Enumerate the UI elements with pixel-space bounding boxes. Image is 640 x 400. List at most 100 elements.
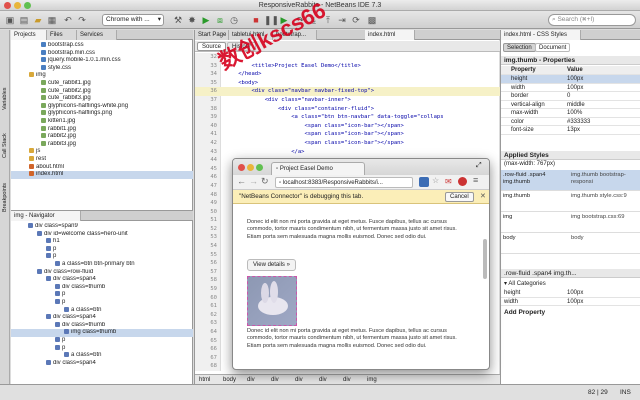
navigator-item[interactable]: div class=span9 xyxy=(11,223,193,231)
clean-build-icon[interactable]: ✸ xyxy=(186,14,198,26)
debug-icon[interactable]: ⧈ xyxy=(214,14,226,26)
tab-files[interactable]: Files xyxy=(47,30,77,40)
cancel-debug-button[interactable]: Cancel xyxy=(445,192,474,202)
navigator-item[interactable]: a class=btn xyxy=(11,306,193,315)
navigator-item[interactable]: div id=welcome class=hero-unit xyxy=(11,230,193,239)
project-item[interactable]: cute_rabbit1.jpg xyxy=(11,79,193,88)
navigator-item[interactable]: a class=btn btn-primary btn xyxy=(11,260,193,269)
all-categories[interactable]: ▾ All Categories xyxy=(504,280,546,288)
navigator-item[interactable]: p xyxy=(11,298,193,307)
breadcrumb-item[interactable]: body xyxy=(221,376,238,384)
breadcrumb-item[interactable]: html xyxy=(197,376,212,384)
back-icon[interactable]: ← xyxy=(237,176,246,186)
project-item[interactable]: rabbit3.jpg xyxy=(11,140,193,149)
property-row[interactable]: border 0 xyxy=(501,92,640,101)
document-mode-button[interactable]: Document xyxy=(535,43,571,52)
breadcrumb-item[interactable]: div xyxy=(293,376,305,384)
forward-icon[interactable]: → xyxy=(249,176,258,186)
side-tab-breakpoints[interactable]: Breakpoints xyxy=(1,170,9,212)
side-tab-call-stack[interactable]: Call Stack xyxy=(1,122,9,158)
breadcrumb-item[interactable]: div xyxy=(245,376,257,384)
property-row[interactable]: max-width 100% xyxy=(501,109,640,118)
breadcrumb-item[interactable]: div xyxy=(269,376,281,384)
applied-style-row[interactable]: .row-fluid .span4 img.thumb img.thumb boo… xyxy=(501,170,640,191)
project-item[interactable]: glyphicons-halflings.png xyxy=(11,110,193,118)
navigator-item[interactable]: p xyxy=(11,344,193,353)
project-item[interactable]: jquery.mobile-1.0.1.min.css xyxy=(11,57,193,65)
add-property[interactable]: Add Property xyxy=(504,309,545,316)
project-item[interactable]: img xyxy=(11,72,193,80)
undo-icon[interactable]: ↶ xyxy=(62,14,74,26)
project-item[interactable]: cute_rabbit2.jpg xyxy=(11,87,193,96)
navigator-item[interactable]: p xyxy=(11,245,193,254)
navigator-item[interactable]: p xyxy=(11,336,193,345)
breadcrumb-item[interactable]: img xyxy=(365,376,379,384)
close-icon[interactable]: ✕ xyxy=(480,192,486,200)
run-icon[interactable]: ▶ xyxy=(200,14,212,26)
tab-start-page[interactable]: Start Page xyxy=(195,30,229,40)
take-snapshot-icon[interactable]: ▩ xyxy=(366,14,378,26)
reload-icon[interactable]: ↻ xyxy=(261,176,269,187)
project-item[interactable]: js xyxy=(11,148,193,156)
redo-icon[interactable]: ↷ xyxy=(76,14,88,26)
rule-property-row[interactable]: width 100px xyxy=(501,298,640,306)
navigator-item[interactable]: div class=thumb xyxy=(11,283,193,292)
save-all-icon[interactable]: ▦ xyxy=(46,14,58,26)
stop-icon[interactable] xyxy=(458,177,467,186)
address-bar[interactable]: ▫ localhost:8383/ResponsiveRabbits/i... xyxy=(275,177,413,188)
browser-minimize-button[interactable] xyxy=(247,164,254,171)
build-icon[interactable]: ⚒ xyxy=(172,14,184,26)
tab-index-html[interactable]: index.html xyxy=(365,30,415,40)
css-styles-tab[interactable]: index.html - CSS Styles xyxy=(501,30,581,40)
project-item[interactable]: rabbit2.jpg xyxy=(11,133,193,141)
selection-mode-button[interactable]: Selection xyxy=(503,43,536,52)
zoom-window-button[interactable] xyxy=(24,2,31,9)
netbeans-icon[interactable] xyxy=(419,177,429,187)
breadcrumb-item[interactable]: div xyxy=(341,376,353,384)
property-row[interactable]: height 100px xyxy=(501,75,640,84)
config-combo[interactable]: Chrome with ... ▾ xyxy=(102,14,164,26)
project-item[interactable]: bootstrap.css xyxy=(11,42,193,50)
run-to-cursor-icon[interactable]: ⇥ xyxy=(336,14,348,26)
tab-projects[interactable]: Projects xyxy=(11,30,47,40)
navigator-item[interactable]: div class=row-fluid xyxy=(11,268,193,277)
breadcrumb-item[interactable]: div xyxy=(317,376,329,384)
project-item[interactable]: index.html xyxy=(11,171,193,179)
property-row[interactable]: width 100px xyxy=(501,84,640,92)
tab-services[interactable]: Services xyxy=(77,30,117,40)
view-details-button[interactable]: View details » xyxy=(247,259,296,271)
browser-scrollbar[interactable] xyxy=(483,239,487,279)
project-item[interactable]: rabbit1.jpg xyxy=(11,125,193,134)
applied-style-row[interactable]: img img bootstrap.css:69 xyxy=(501,212,640,233)
project-item[interactable]: bootstrap.min.css xyxy=(11,49,193,58)
property-row[interactable]: vertical-align middle xyxy=(501,101,640,109)
navigator-item[interactable]: p xyxy=(11,291,193,299)
minimize-window-button[interactable] xyxy=(14,2,21,9)
new-file-icon[interactable]: ▤ xyxy=(18,14,30,26)
project-item[interactable]: rest xyxy=(11,155,193,164)
project-item[interactable]: style.css xyxy=(11,64,193,73)
navigator-item[interactable]: div class=span4 xyxy=(11,359,193,368)
browser-close-button[interactable] xyxy=(238,164,245,171)
menu-icon[interactable]: ≡ xyxy=(473,175,478,185)
property-row[interactable]: font-size 13px xyxy=(501,126,640,135)
navigator-item[interactable]: img class=thumb xyxy=(11,329,193,337)
navigator-item[interactable]: a class=btn xyxy=(11,352,193,360)
navigator-item[interactable]: p xyxy=(11,253,193,261)
gmail-icon[interactable]: ✉ xyxy=(445,177,452,186)
navigator-item[interactable]: div class=span4 xyxy=(11,276,193,284)
close-window-button[interactable] xyxy=(4,2,11,9)
fullscreen-icon[interactable]: ⤢ xyxy=(476,162,482,170)
navigator-item[interactable]: div class=thumb xyxy=(11,321,193,330)
apply-changes-icon[interactable]: ⟳ xyxy=(350,14,362,26)
applied-style-row[interactable]: body body xyxy=(501,233,640,254)
search-field[interactable]: ⌕ Search (⌘+I) xyxy=(548,14,636,26)
property-row[interactable]: color #333333 xyxy=(501,118,640,126)
rule-property-row[interactable]: height 100px xyxy=(501,289,640,298)
browser-tab[interactable]: ▫ Project Easel Demo xyxy=(271,162,365,175)
project-item[interactable]: cute_rabbit3.jpg xyxy=(11,95,193,103)
new-project-icon[interactable]: ▣ xyxy=(4,14,16,26)
open-project-icon[interactable]: ▰ xyxy=(32,14,44,26)
browser-zoom-button[interactable] xyxy=(256,164,263,171)
navigator-item[interactable]: div class=span4 xyxy=(11,314,193,322)
